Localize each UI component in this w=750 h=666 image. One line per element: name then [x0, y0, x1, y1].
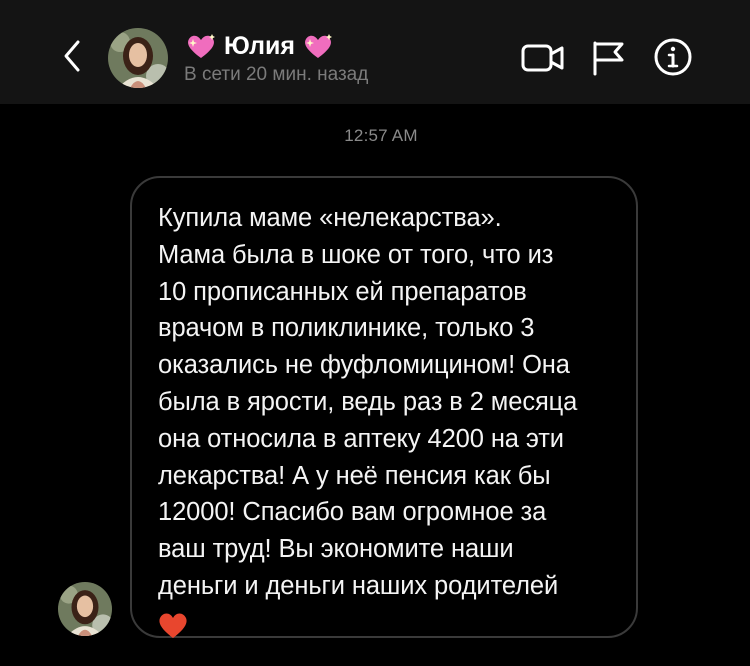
message-line: 10 прописанных ей препаратов [158, 277, 527, 306]
back-button[interactable] [60, 38, 88, 74]
avatar[interactable] [108, 28, 168, 88]
message-line: Купила маме «нелекарства». [158, 204, 502, 232]
message-line: деньги и деньги наших родителей [158, 571, 559, 600]
report-flag-button[interactable] [590, 38, 626, 76]
sparkling-heart-icon [188, 34, 215, 58]
back-icon [64, 40, 80, 72]
video-call-icon [521, 44, 564, 72]
message-thread[interactable]: 12:57 AM Купила маме «нелекарства». Мама… [36, 104, 726, 666]
message-line: она относила в аптеку 4200 на эти [158, 424, 564, 453]
message-line: врачом в поликлинике, только 3 [158, 314, 535, 343]
avatar-photo [108, 28, 168, 88]
message-line: оказались не фуфломицином! Она [158, 351, 570, 380]
message-line: 12000! Спасибо вам огромное за [158, 498, 547, 527]
message-line: была в ярости, ведь раз в 2 месяца [158, 387, 578, 416]
message-timestamp: 12:57 AM [344, 126, 418, 145]
red-heart-icon [159, 613, 187, 638]
info-icon [654, 38, 692, 76]
flag-icon [593, 41, 624, 76]
message-line: Мама была в шоке от того, что из [158, 240, 554, 269]
message-line: лекарства! А у неё пенсия как бы [158, 461, 551, 490]
message-line: ваш труд! Вы экономите наши [158, 535, 514, 564]
chat-header: Юлия В сети 20 мин. назад [0, 0, 750, 104]
sparkling-heart-icon [305, 34, 332, 58]
avatar-photo [58, 582, 112, 636]
online-status: В сети 20 мин. назад [184, 64, 369, 85]
chat-screen: Юлия В сети 20 мин. назад 12:57 AM Купил… [0, 0, 750, 666]
sender-avatar[interactable] [58, 582, 112, 636]
video-call-button[interactable] [520, 38, 566, 76]
info-button[interactable] [652, 36, 694, 78]
contact-name-row[interactable]: Юлия [186, 28, 333, 64]
message-bubble[interactable]: Купила маме «нелекарства». Мама была в ш… [130, 176, 638, 638]
contact-name: Юлия [224, 31, 295, 60]
